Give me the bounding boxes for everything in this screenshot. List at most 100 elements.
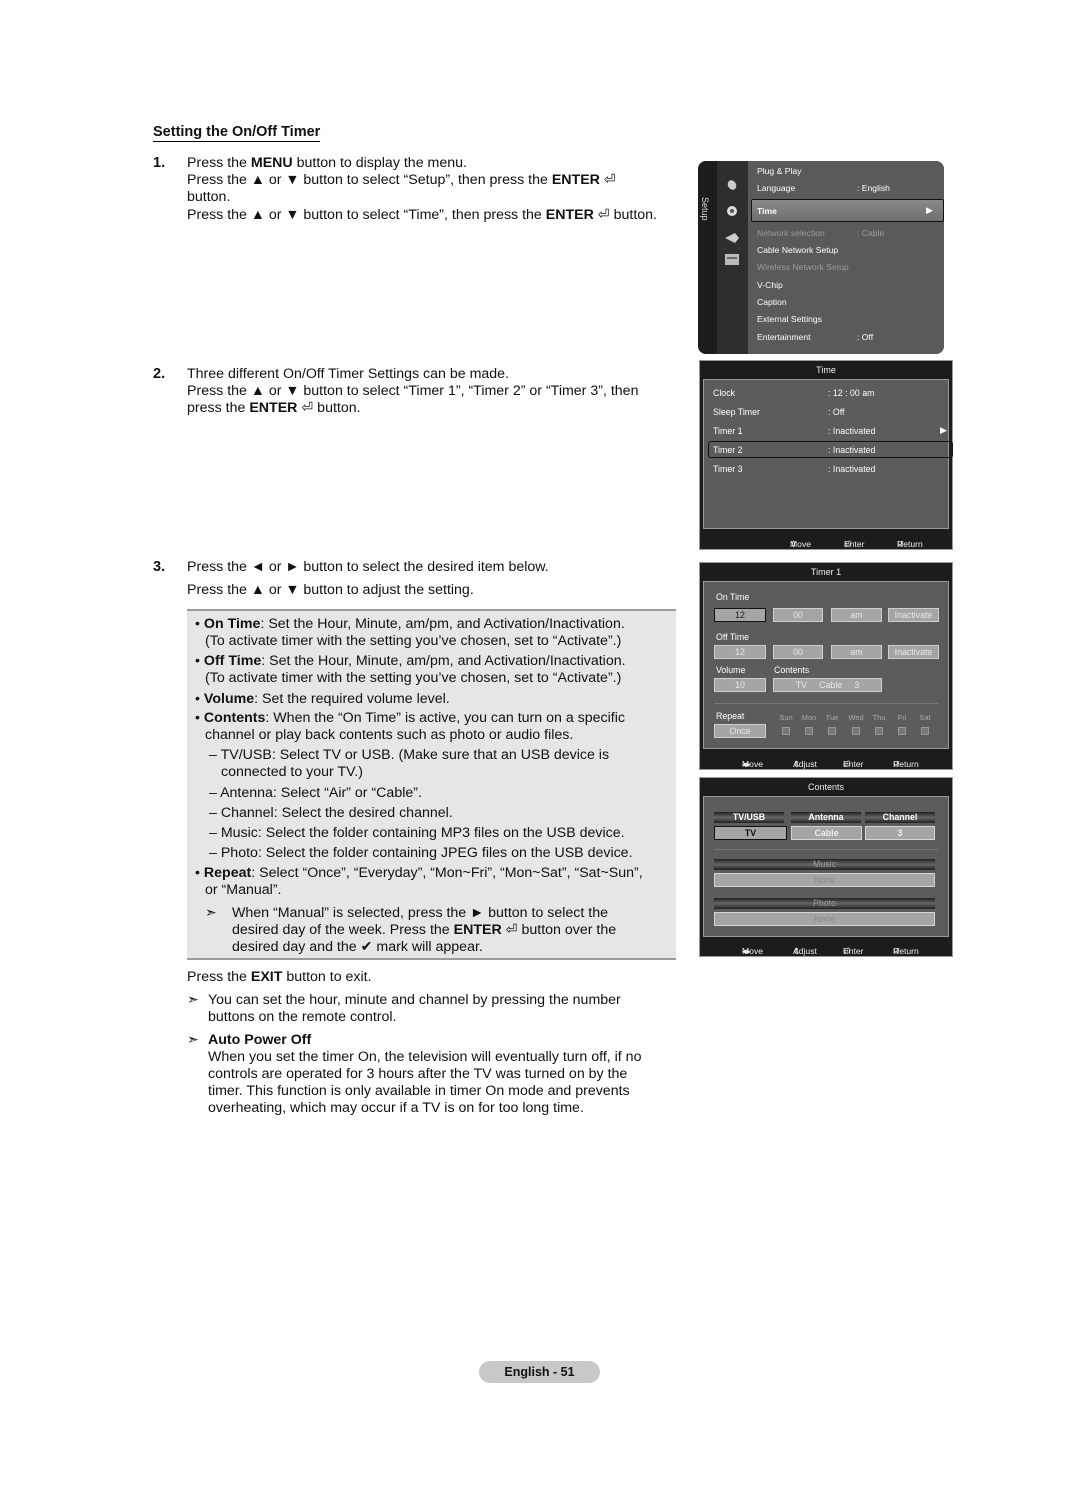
menu-item-plug-play[interactable]: Plug & Play [757, 166, 801, 176]
arrow-icon: ➣ [205, 905, 217, 921]
language-value: : English [857, 183, 890, 193]
day-wed: Wed [848, 713, 864, 722]
day-checkbox-mon[interactable] [805, 727, 813, 735]
day-checkbox-thu[interactable] [875, 727, 883, 735]
time-menu-title: Time [816, 365, 836, 375]
time-menu-footer: ⇕ Move ⏎ Enter ↺ Return [790, 539, 923, 549]
setup-side-tab: Setup [698, 161, 717, 354]
contents-form: TV/USB Antenna Channel TV Cable 3 Music … [703, 796, 949, 937]
on-time-ampm[interactable]: am [831, 608, 882, 622]
volume-field[interactable]: 10 [714, 678, 766, 692]
sub-item-music: – Music: Select the folder containing MP… [209, 825, 625, 841]
time-row-timer-2[interactable]: Timer 2 [713, 445, 743, 455]
timer-1-form: On Time 12 00 am Inactivate Off Time 12 … [703, 581, 949, 749]
timer-1-screen: Timer 1 On Time 12 00 am Inactivate Off … [699, 562, 953, 770]
number-buttons-note: ➣ You can set the hour, minute and chann… [187, 992, 621, 1025]
contents-footer: ◂▸ Move ⇕ Adjust ⏎ Enter ↺ Return [742, 946, 919, 956]
divider [714, 849, 938, 850]
off-time-activation[interactable]: Inactivate [888, 645, 939, 659]
manual-note: ➣ When “Manual” is selected, press the ►… [205, 905, 617, 955]
bullet-volume: • Volume: Set the required volume level. [195, 691, 450, 707]
contents-field[interactable]: TV Cable 3 [773, 678, 882, 692]
menu-item-entertainment[interactable]: Entertainment [757, 332, 811, 342]
category-icon-column [717, 161, 748, 354]
channel-field[interactable]: 3 [865, 826, 935, 840]
right-arrow-icon: ▶ [940, 425, 947, 435]
repeat-field[interactable]: Once [714, 724, 766, 738]
off-time-hour[interactable]: 12 [714, 645, 766, 659]
setup-menu-screen: Setup Plug & Play Language : English Tim… [698, 161, 944, 354]
contents-label: Contents [774, 665, 810, 675]
day-checkbox-sun[interactable] [782, 727, 790, 735]
application-icon[interactable] [725, 252, 739, 265]
channel-header: Channel [865, 812, 935, 823]
menu-item-caption[interactable]: Caption [757, 297, 787, 307]
contents-title: Contents [807, 782, 845, 792]
menu-item-network-selection[interactable]: Network selection [757, 228, 825, 238]
menu-item-wireless-network-setup[interactable]: Wireless Network Setup [757, 262, 849, 272]
menu-item-v-chip[interactable]: V-Chip [757, 280, 783, 290]
network-selection-value: : Cable [857, 228, 885, 238]
off-time-minute[interactable]: 00 [773, 645, 823, 659]
setup-menu-list: Plug & Play Language : English Time ▶ Ne… [748, 161, 944, 354]
bullet-contents: • Contents: When the “On Time” is active… [195, 710, 625, 743]
step-1-line-2: Press the ▲ or ▼ button to select “Setup… [187, 172, 616, 188]
on-time-label: On Time [716, 592, 750, 602]
input-icon[interactable] [725, 230, 739, 243]
day-checkbox-fri[interactable] [898, 727, 906, 735]
repeat-label: Repeat [716, 711, 745, 721]
gear-icon[interactable] [725, 204, 739, 216]
volume-label: Volume [716, 665, 746, 675]
time-row-timer-3[interactable]: Timer 3 [713, 464, 743, 474]
time-menu-screen: Time Clock : 12 : 00 am Sleep Timer : Of… [699, 360, 953, 550]
on-time-minute[interactable]: 00 [773, 608, 823, 622]
page-number: English - 51 [479, 1361, 600, 1383]
off-time-ampm[interactable]: am [831, 645, 882, 659]
menu-item-external-settings[interactable]: External Settings [757, 314, 822, 324]
tvusb-field[interactable]: TV [714, 826, 787, 840]
antenna-field[interactable]: Cable [791, 826, 862, 840]
section-title: Setting the On/Off Timer [153, 124, 321, 142]
antenna-header: Antenna [791, 812, 861, 823]
step-1-line-3: button. [187, 189, 231, 205]
step-2-line-2: Press the ▲ or ▼ button to select “Timer… [187, 383, 639, 399]
auto-power-off-note: ➣ Auto Power Off When you set the timer … [187, 1032, 642, 1116]
timer-1-title: Timer 1 [810, 567, 842, 577]
selected-item-highlight [751, 199, 944, 222]
on-time-hour[interactable]: 12 [714, 608, 766, 622]
menu-item-time[interactable]: Time [757, 206, 777, 216]
right-arrow-icon: ▶ [926, 205, 933, 215]
time-row-sleep-timer[interactable]: Sleep Timer [713, 407, 760, 417]
day-checkbox-tue[interactable] [828, 727, 836, 735]
menu-item-cable-network-setup[interactable]: Cable Network Setup [757, 245, 838, 255]
day-mon: Mon [801, 713, 817, 722]
exit-instruction: Press the EXIT button to exit. [187, 969, 372, 985]
timer-3-value: : Inactivated [828, 464, 876, 474]
time-row-clock[interactable]: Clock [713, 388, 735, 398]
step-1-line-1: Press the MENU button to display the men… [187, 155, 467, 171]
on-time-activation[interactable]: Inactivate [888, 608, 939, 622]
sleep-timer-value: : Off [828, 407, 845, 417]
entertainment-value: : Off [857, 332, 874, 342]
satellite-dish-icon[interactable] [725, 178, 739, 190]
tvusb-header: TV/USB [714, 812, 784, 823]
clock-value: : 12 : 00 am [828, 388, 875, 398]
photo-field[interactable]: None [714, 912, 935, 926]
step-1-line-4: Press the ▲ or ▼ button to select “Time”… [187, 207, 658, 223]
music-header: Music [714, 859, 935, 870]
day-thu: Thu [872, 713, 886, 722]
bullet-on-time: • On Time: Set the Hour, Minute, am/pm, … [195, 616, 625, 649]
day-checkbox-sat[interactable] [921, 727, 929, 735]
timer-1-footer: ◂▸ Move ⇕ Adjust ⏎ Enter ↺ Return [742, 759, 919, 769]
divider [714, 703, 938, 704]
music-field[interactable]: None [714, 873, 935, 887]
step-2-line-3: press the ENTER ⏎ button. [187, 400, 361, 416]
day-checkbox-wed[interactable] [852, 727, 860, 735]
step-3-line-1: Press the ◄ or ► button to select the de… [187, 559, 549, 575]
day-tue: Tue [825, 713, 839, 722]
step-2-line-1: Three different On/Off Timer Settings ca… [187, 366, 510, 382]
menu-item-language[interactable]: Language [757, 183, 795, 193]
timer-2-value: : Inactivated [828, 445, 876, 455]
step-3-line-2: Press the ▲ or ▼ button to adjust the se… [187, 582, 474, 598]
time-row-timer-1[interactable]: Timer 1 [713, 426, 743, 436]
